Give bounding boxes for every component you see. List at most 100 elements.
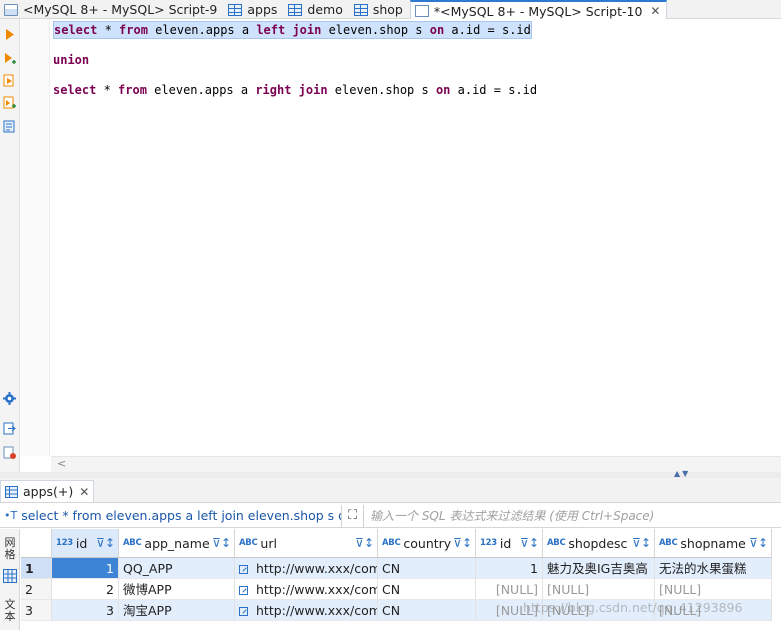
filter-sort-icon[interactable]: ⊽↕	[749, 536, 768, 550]
filter-sort-icon[interactable]: ⊽↕	[212, 536, 231, 550]
expand-filter-icon[interactable]: ⛶	[342, 504, 364, 527]
cell-app-name[interactable]: 淘宝APP	[119, 600, 235, 621]
execute-script-icon[interactable]	[2, 73, 17, 88]
query-type-icon: •T	[4, 509, 18, 522]
text-type-icon: ABC	[547, 538, 566, 548]
filter-sort-icon[interactable]: ⊽↕	[632, 536, 651, 550]
grid-view-icon[interactable]	[3, 569, 17, 583]
tab-label: *<MySQL 8+ - MySQL> Script-10	[433, 3, 643, 19]
column-name: shopname	[680, 535, 746, 551]
sql-text: eleven.shop s	[327, 83, 436, 97]
column-name: id	[75, 535, 88, 551]
tab-demo[interactable]: demo	[284, 0, 349, 19]
result-query-text: •T select * from eleven.apps a left join…	[0, 504, 342, 527]
cell-country[interactable]: CN	[378, 558, 476, 579]
row-number[interactable]: 3	[21, 600, 52, 621]
column-header-country[interactable]: ABC country ⊽↕	[378, 529, 476, 558]
cell-country[interactable]: CN	[378, 600, 476, 621]
horizontal-scrollbar[interactable]: <	[51, 456, 781, 472]
tab-label: apps	[247, 2, 278, 17]
editor-left-toolbar	[0, 19, 20, 474]
sql-script-icon	[4, 3, 18, 16]
sql-line-1: select * from eleven.apps a left join el…	[53, 21, 532, 39]
close-icon[interactable]: ✕	[79, 485, 89, 499]
sql-line-2: union	[53, 52, 89, 68]
column-name: url	[260, 535, 277, 551]
row-number-header[interactable]	[21, 529, 52, 558]
execute-new-tab-icon[interactable]	[2, 51, 17, 66]
tab-script-9[interactable]: <MySQL 8+ - MySQL> Script-9	[0, 0, 224, 19]
maximize-panel-icon[interactable]: ▲▼	[674, 469, 690, 478]
execute-script-new-tab-icon[interactable]	[2, 95, 17, 110]
cell-id[interactable]: 3	[52, 600, 119, 621]
line-gutter	[21, 19, 50, 456]
link-icon[interactable]	[239, 586, 248, 595]
tab-text-view[interactable]: 文本	[2, 599, 18, 623]
cell-url[interactable]: http://www.xxx/com	[235, 558, 378, 579]
scroll-left-icon[interactable]: <	[57, 457, 66, 470]
settings-gear-icon[interactable]	[2, 391, 17, 406]
cell-shopdesc[interactable]: [NULL]	[543, 579, 655, 600]
cell-shopdesc[interactable]: 魅力及奥IG吉奥高	[543, 558, 655, 579]
column-name: country	[403, 535, 452, 551]
query-text: select * from eleven.apps a left join el…	[21, 508, 342, 523]
table-icon	[353, 3, 368, 16]
cell-shopname[interactable]: 无法的水果蛋糕	[655, 558, 772, 579]
cell-shopname[interactable]: [NULL]	[655, 579, 772, 600]
tab-shop[interactable]: shop	[350, 0, 410, 19]
filter-input[interactable]: 输入一个 SQL 表达式来过滤结果 (使用 Ctrl+Space)	[364, 507, 654, 524]
url-text: http://www.xxx/com	[256, 603, 378, 618]
export-icon[interactable]	[2, 421, 17, 436]
column-header-url[interactable]: ABC url ⊽↕	[235, 529, 378, 558]
cell-app-name[interactable]: 微博APP	[119, 579, 235, 600]
row-number[interactable]: 1	[21, 558, 52, 579]
cell-id[interactable]: 1	[52, 558, 119, 579]
text-type-icon: ABC	[239, 538, 258, 548]
keyword: left join	[256, 23, 322, 37]
column-header-id[interactable]: 123 id ⊽↕	[52, 529, 119, 558]
link-icon[interactable]	[239, 607, 248, 616]
keyword: union	[53, 53, 90, 67]
filter-sort-icon[interactable]: ⊽↕	[520, 536, 539, 550]
keyword: on	[429, 23, 445, 37]
column-name: app_name	[144, 535, 210, 551]
cell-shop-id[interactable]: 1	[476, 558, 543, 579]
table-icon	[228, 3, 243, 16]
filter-sort-icon[interactable]: ⊽↕	[96, 536, 115, 550]
text-type-icon: ABC	[123, 538, 142, 548]
close-icon[interactable]: ✕	[650, 4, 660, 18]
sql-text: eleven.apps a	[146, 83, 256, 97]
column-header-app-name[interactable]: ABC app_name ⊽↕	[119, 529, 235, 558]
column-header-shopname[interactable]: ABC shopname ⊽↕	[655, 529, 772, 558]
row-number[interactable]: 2	[21, 579, 52, 600]
filter-sort-icon[interactable]: ⊽↕	[355, 536, 374, 550]
tab-grid-view[interactable]: 网格	[2, 537, 18, 561]
column-name: shopdesc	[568, 535, 628, 551]
column-header-shopdesc[interactable]: ABC shopdesc ⊽↕	[543, 529, 655, 558]
keyword: from	[118, 83, 147, 97]
sql-editor[interactable]: select * from eleven.apps a left join el…	[51, 19, 781, 456]
sql-line-3: select * from eleven.apps a right join e…	[53, 82, 537, 98]
cell-shop-id[interactable]: [NULL]	[476, 579, 543, 600]
filter-sort-icon[interactable]: ⊽↕	[453, 536, 472, 550]
keyword: right join	[255, 83, 328, 97]
sql-text: eleven.apps a	[147, 23, 257, 37]
cell-url[interactable]: http://www.xxx/com	[235, 579, 378, 600]
explain-plan-icon[interactable]	[2, 119, 17, 134]
tab-results-apps[interactable]: apps(+) ✕	[0, 480, 94, 502]
tab-apps[interactable]: apps	[224, 0, 284, 19]
execute-statement-icon[interactable]	[2, 27, 17, 42]
cell-id[interactable]: 2	[52, 579, 119, 600]
sql-text: *	[97, 23, 120, 37]
sql-text: eleven.shop s	[321, 23, 430, 37]
keyword: select	[54, 23, 98, 37]
tab-script-10[interactable]: *<MySQL 8+ - MySQL> Script-10 ✕	[409, 0, 668, 20]
link-icon[interactable]	[239, 565, 248, 574]
url-text: http://www.xxx/com	[256, 561, 378, 576]
cell-country[interactable]: CN	[378, 579, 476, 600]
cell-url[interactable]: http://www.xxx/com	[235, 600, 378, 621]
column-header-shop-id[interactable]: 123 id ⊽↕	[476, 529, 543, 558]
cell-app-name[interactable]: QQ_APP	[119, 558, 235, 579]
script-error-icon[interactable]	[2, 445, 17, 460]
column-name: id	[499, 535, 512, 551]
